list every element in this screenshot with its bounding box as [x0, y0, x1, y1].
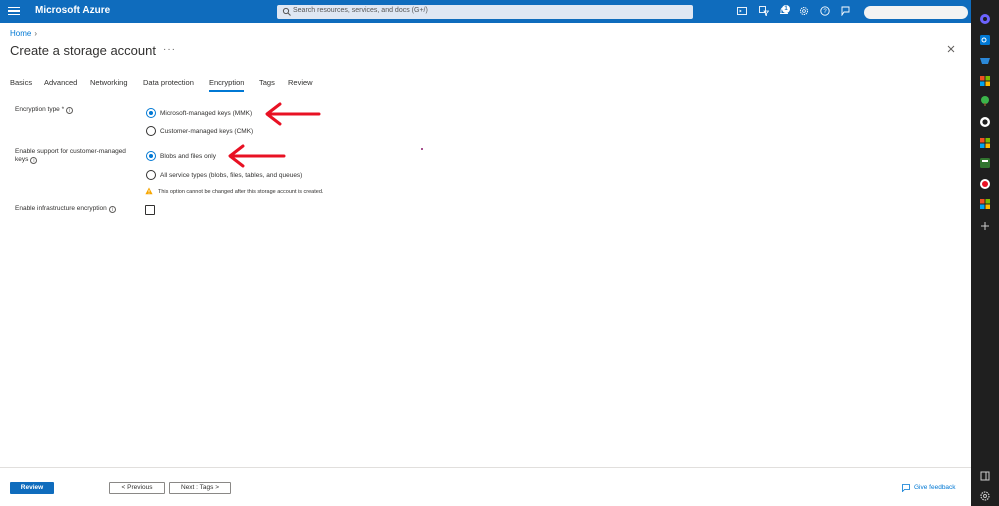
apps-icon[interactable]: [979, 198, 991, 210]
radio-all-services[interactable]: [146, 170, 156, 180]
info-icon[interactable]: i: [66, 107, 74, 114]
info-icon[interactable]: i: [108, 206, 116, 213]
microsoft-store-icon[interactable]: [979, 137, 991, 149]
radio-cmk-label: Customer-managed keys (CMK): [160, 128, 254, 135]
search-icon: [282, 7, 291, 16]
review-button[interactable]: Review: [10, 482, 54, 494]
outlook-icon[interactable]: [979, 34, 991, 46]
top-bar: Microsoft Azure Search resources, servic…: [0, 0, 971, 23]
close-icon[interactable]: [946, 44, 956, 54]
planner-icon[interactable]: [979, 157, 991, 169]
account-button[interactable]: [864, 6, 968, 19]
breadcrumb-home[interactable]: Home: [10, 29, 31, 38]
chevron-right-icon: ›: [34, 29, 38, 38]
annotation-arrow-icon: [228, 144, 286, 168]
radio-mmk-label: Microsoft-managed keys (MMK): [160, 110, 253, 117]
github-icon[interactable]: [979, 116, 991, 128]
radio-cmk[interactable]: [146, 126, 156, 136]
search-input[interactable]: Search resources, services, and docs (G+…: [277, 5, 693, 19]
app-title[interactable]: Microsoft Azure: [35, 5, 110, 16]
tab-encryption[interactable]: Encryption: [209, 78, 245, 92]
copilot-icon[interactable]: [979, 13, 991, 25]
feedback-person-icon[interactable]: [841, 6, 851, 16]
tree-icon[interactable]: [979, 95, 991, 107]
annotation-arrow-icon: [265, 102, 321, 126]
help-icon[interactable]: ?: [820, 6, 830, 16]
infrastructure-encryption-label: Enable infrastructure encryption i: [15, 205, 116, 213]
tab-data-protection[interactable]: Data protection: [143, 78, 194, 87]
radio-mmk[interactable]: [146, 108, 156, 118]
directory-filter-icon[interactable]: [759, 6, 769, 16]
info-icon[interactable]: i: [30, 157, 38, 164]
tab-advanced[interactable]: Advanced: [44, 78, 77, 87]
previous-button[interactable]: < Previous: [109, 482, 165, 494]
browser-sidebar: [971, 0, 999, 506]
encryption-type-label: Encryption type * i: [15, 106, 74, 114]
office-icon[interactable]: [979, 75, 991, 87]
search-placeholder: Search resources, services, and docs (G+…: [293, 7, 428, 14]
games-icon[interactable]: [979, 178, 991, 190]
sidebar-settings-icon[interactable]: [979, 490, 991, 502]
breadcrumb: Home ›: [10, 29, 37, 38]
warning-text: This option cannot be changed after this…: [158, 189, 324, 195]
give-feedback-link[interactable]: Give feedback: [914, 484, 956, 491]
footer-divider: [0, 467, 971, 468]
encryption-type-text: Encryption type *: [15, 106, 65, 113]
add-icon[interactable]: [979, 220, 991, 232]
tab-basics[interactable]: Basics: [10, 78, 32, 87]
more-options-icon[interactable]: ···: [163, 44, 176, 55]
tab-networking[interactable]: Networking: [90, 78, 128, 87]
radio-blobs-files-label: Blobs and files only: [160, 153, 217, 160]
infrastructure-encryption-checkbox[interactable]: [145, 205, 155, 215]
cursor-dot: [421, 148, 423, 150]
svg-text:?: ?: [823, 9, 827, 15]
sidebar-toggle-icon[interactable]: [979, 470, 991, 482]
next-tags-button[interactable]: Next : Tags >: [169, 482, 231, 494]
hamburger-icon[interactable]: [8, 5, 20, 17]
shopping-icon[interactable]: [979, 55, 991, 67]
gear-icon[interactable]: [799, 6, 809, 16]
tab-review[interactable]: Review: [288, 78, 313, 87]
notification-badge: 1: [782, 5, 790, 13]
cmk-support-label: Enable support for customer-managed keys…: [15, 148, 140, 164]
radio-blobs-files[interactable]: [146, 151, 156, 161]
give-feedback-icon[interactable]: [902, 484, 910, 492]
cloud-shell-icon[interactable]: [737, 6, 747, 16]
infrastructure-encryption-text: Enable infrastructure encryption: [15, 205, 107, 212]
tab-tags[interactable]: Tags: [259, 78, 275, 87]
page-title: Create a storage account: [10, 43, 156, 58]
radio-all-services-label: All service types (blobs, files, tables,…: [160, 172, 303, 179]
warning-icon: [145, 187, 153, 195]
